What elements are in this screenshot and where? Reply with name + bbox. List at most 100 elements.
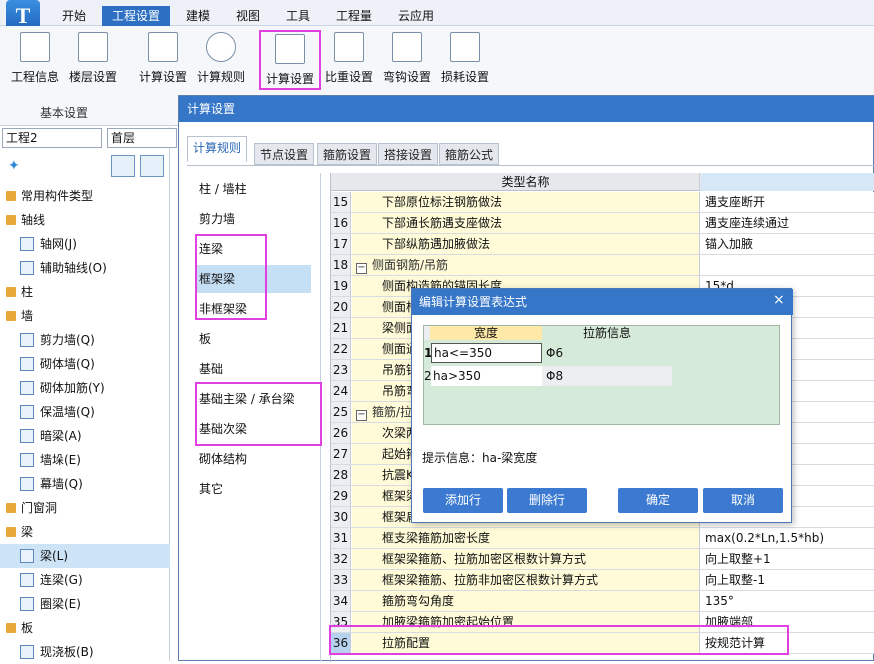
delete-row-button[interactable]: 删除行 bbox=[507, 488, 587, 513]
tree-item[interactable]: 梁 bbox=[0, 520, 170, 544]
tab-calc-rules[interactable]: 计算规则 bbox=[187, 136, 248, 162]
edit-expression-title: 编辑计算设置表达式 bbox=[412, 289, 793, 315]
menu-project-settings[interactable]: 工程设置 bbox=[102, 6, 171, 26]
row-value[interactable]: 遇支座断开 bbox=[701, 192, 874, 212]
tree-item[interactable]: 剪力墙(Q) bbox=[0, 328, 170, 352]
row-value[interactable]: 锚入加腋 bbox=[701, 234, 874, 254]
category-item[interactable]: 柱 / 墙柱 bbox=[197, 175, 311, 203]
tab-lap-settings[interactable]: 搭接设置 bbox=[378, 143, 439, 165]
table-row[interactable]: 15 下部原位标注钢筋做法 遇支座断开 bbox=[331, 192, 874, 213]
tie-info-1[interactable]: Φ6 bbox=[546, 343, 672, 363]
row-number: 25 bbox=[331, 402, 351, 422]
component-tree: 常用构件类型 轴线 轴网(J) 辅助轴线(O) 柱墙剪力墙(Q) 砌体墙(Q) 砌体加筋(Y… bbox=[0, 184, 170, 661]
tree-item-label: 墙 bbox=[21, 309, 34, 323]
tree-item[interactable]: 砌体加筋(Y) bbox=[0, 376, 170, 400]
grid-header: 类型名称 bbox=[331, 173, 874, 191]
tree-item-label: 砌体加筋(Y) bbox=[40, 381, 105, 395]
row-value[interactable]: 向上取整-1 bbox=[701, 570, 874, 590]
tree-item-label: 梁(L) bbox=[40, 549, 69, 563]
row-name-text: 箍筋弯勾角度 bbox=[382, 594, 455, 608]
tree-item[interactable]: 梁(L) bbox=[0, 544, 170, 568]
condition-input-1[interactable]: ha<=350 bbox=[431, 343, 542, 363]
category-item[interactable]: 其它 bbox=[197, 475, 311, 503]
ok-button[interactable]: 确定 bbox=[618, 488, 698, 513]
row-name: 框架梁箍筋、拉筋非加密区根数计算方式 bbox=[352, 570, 700, 590]
table-row[interactable]: 34 箍筋弯勾角度 135° bbox=[331, 591, 874, 612]
category-item[interactable]: 板 bbox=[197, 325, 311, 353]
table-row[interactable]: 17 下部纵筋遇加腋做法 锚入加腋 bbox=[331, 234, 874, 255]
row-value[interactable]: max(0.2*Ln,1.5*hb) bbox=[701, 528, 874, 548]
tab-node-settings[interactable]: 节点设置 bbox=[254, 143, 315, 165]
row-value[interactable]: 向上取整+1 bbox=[701, 549, 874, 569]
tie-info-2[interactable]: Φ8 bbox=[542, 366, 672, 386]
tree-item[interactable]: 板 bbox=[0, 616, 170, 640]
tree-item-label: 板 bbox=[21, 621, 34, 635]
highlight-frame-beams bbox=[195, 234, 267, 320]
table-row[interactable]: 16 下部通长筋遇支座做法 遇支座连续通过 bbox=[331, 213, 874, 234]
table-row[interactable]: 31 框支梁箍筋加密长度 max(0.2*Ln,1.5*hb) bbox=[331, 528, 874, 549]
tree-item[interactable]: 门窗洞 bbox=[0, 496, 170, 520]
detail-view-icon[interactable] bbox=[140, 155, 164, 177]
row-value[interactable]: 遇支座连续通过 bbox=[701, 213, 874, 233]
cancel-button[interactable]: 取消 bbox=[703, 488, 783, 513]
add-row-button[interactable]: 添加行 bbox=[423, 488, 503, 513]
tree-item[interactable]: 保温墙(Q) bbox=[0, 400, 170, 424]
menu-modeling[interactable]: 建模 bbox=[186, 6, 210, 26]
tree-item[interactable]: 墙 bbox=[0, 304, 170, 328]
row-number: 31 bbox=[331, 528, 351, 548]
project-combo[interactable]: 工程2 bbox=[2, 128, 102, 148]
table-row[interactable]: 18− 侧面钢筋/吊筋 bbox=[331, 255, 874, 276]
floor-combo[interactable]: 首层 bbox=[107, 128, 177, 148]
row-value[interactable] bbox=[701, 255, 874, 275]
menu-tools[interactable]: 工具 bbox=[286, 6, 310, 26]
tab-divider bbox=[187, 165, 874, 166]
component-icon bbox=[20, 261, 34, 275]
close-icon[interactable]: × bbox=[773, 292, 785, 308]
row-name: 箍筋弯勾角度 bbox=[352, 591, 700, 611]
tree-item[interactable]: 轴网(J) bbox=[0, 232, 170, 256]
tree-item[interactable]: 常用构件类型 bbox=[0, 184, 170, 208]
tree-item-label: 墙垛(E) bbox=[40, 453, 81, 467]
add-icon[interactable]: ✦ bbox=[8, 158, 20, 174]
component-icon bbox=[20, 237, 34, 251]
grid-doc-icon bbox=[78, 32, 108, 62]
tree-item[interactable]: 辅助轴线(O) bbox=[0, 256, 170, 280]
menu-start[interactable]: 开始 bbox=[62, 6, 86, 26]
menu-view[interactable]: 视图 bbox=[236, 6, 260, 26]
folder-icon bbox=[6, 503, 16, 513]
ribbon-group-label: 基本设置 bbox=[40, 106, 89, 120]
tree-item[interactable]: 墙垛(E) bbox=[0, 448, 170, 472]
tree-item[interactable]: 圈梁(E) bbox=[0, 592, 170, 616]
calc-doc-icon bbox=[148, 32, 178, 62]
table-row[interactable]: 32 框架梁箍筋、拉筋加密区根数计算方式 向上取整+1 bbox=[331, 549, 874, 570]
collapse-icon[interactable]: − bbox=[356, 263, 367, 274]
row-number: 15 bbox=[331, 192, 351, 212]
component-icon bbox=[20, 405, 34, 419]
tree-item[interactable]: 轴线 bbox=[0, 208, 170, 232]
row-name: 下部原位标注钢筋做法 bbox=[352, 192, 700, 212]
component-icon bbox=[20, 549, 34, 563]
row-value[interactable]: 135° bbox=[701, 591, 874, 611]
tab-stirrup-settings[interactable]: 箍筋设置 bbox=[317, 143, 378, 165]
hook-icon bbox=[392, 32, 422, 62]
tree-item[interactable]: 幕墙(Q) bbox=[0, 472, 170, 496]
category-item[interactable]: 砌体结构 bbox=[197, 445, 311, 473]
condition-input-2[interactable]: ha>350 bbox=[431, 366, 542, 386]
table-row[interactable]: 33 框架梁箍筋、拉筋非加密区根数计算方式 向上取整-1 bbox=[331, 570, 874, 591]
component-icon bbox=[20, 333, 34, 347]
tree-item[interactable]: 柱 bbox=[0, 280, 170, 304]
collapse-icon[interactable]: − bbox=[356, 410, 367, 421]
tree-item[interactable]: 现浇板(B) bbox=[0, 640, 170, 664]
menu-cloud[interactable]: 云应用 bbox=[398, 6, 434, 26]
row-name: 框支梁箍筋加密长度 bbox=[352, 528, 700, 548]
menu-quantity[interactable]: 工程量 bbox=[336, 6, 372, 26]
tree-item[interactable]: 砌体墙(Q) bbox=[0, 352, 170, 376]
tree-item[interactable]: 连梁(G) bbox=[0, 568, 170, 592]
folder-icon bbox=[6, 191, 16, 201]
category-item[interactable]: 剪力墙 bbox=[197, 205, 311, 233]
tab-stirrup-formula[interactable]: 箍筋公式 bbox=[439, 143, 500, 165]
category-item[interactable]: 基础 bbox=[197, 355, 311, 383]
tree-item[interactable]: 暗梁(A) bbox=[0, 424, 170, 448]
calc-settings-button-2[interactable]: 计算设置 bbox=[259, 30, 321, 90]
list-view-icon[interactable] bbox=[111, 155, 135, 177]
